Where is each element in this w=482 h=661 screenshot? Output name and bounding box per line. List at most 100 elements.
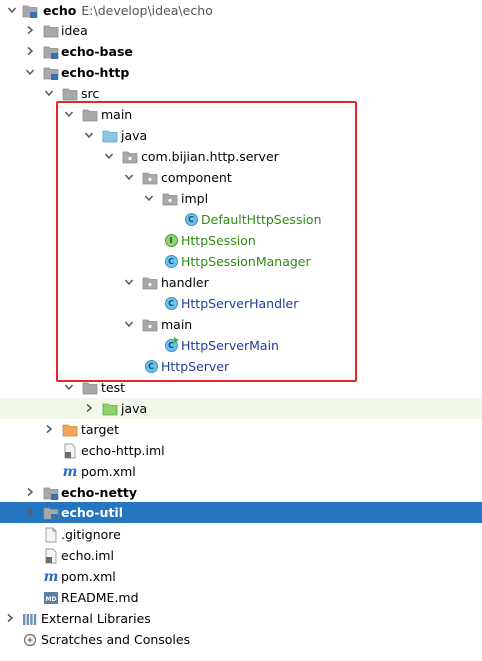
libraries-icon — [22, 611, 38, 626]
tree-row-http-session[interactable]: I HttpSession — [0, 230, 482, 251]
tree-row-package[interactable]: com.bijian.http.server — [0, 146, 482, 167]
tree-row-handler[interactable]: handler — [0, 272, 482, 293]
chevron-down-icon[interactable] — [64, 382, 74, 392]
tree-row-main[interactable]: main — [0, 104, 482, 125]
chevron-down-icon[interactable] — [104, 151, 114, 161]
tree-row-echo[interactable]: echo E:\develop\idea\echo — [0, 0, 482, 21]
class-icon: C — [163, 254, 179, 269]
chevron-down-icon[interactable] — [44, 88, 54, 98]
tree-row-idea[interactable]: idea — [0, 20, 482, 41]
class-icon: C — [183, 212, 199, 227]
tree-row-readme[interactable]: MD README.md — [0, 587, 482, 608]
tree-label-root-pom: pom.xml — [61, 569, 116, 584]
tree-row-target[interactable]: target — [0, 419, 482, 440]
tree-label-target: target — [81, 422, 120, 437]
tree-row-impl[interactable]: impl — [0, 188, 482, 209]
tree-row-http-server-main[interactable]: C HttpServerMain — [0, 335, 482, 356]
chevron-down-icon[interactable] — [25, 67, 35, 77]
source-folder-icon — [102, 128, 118, 143]
project-path: E:\develop\idea\echo — [81, 3, 213, 18]
chevron-right-icon[interactable] — [25, 25, 35, 35]
tree-label-echo-http: echo-http — [61, 65, 130, 80]
folder-icon — [62, 86, 78, 101]
maven-icon: m — [62, 463, 78, 480]
tree-label-http-server: HttpServer — [161, 359, 230, 374]
tree-label-http-pom: pom.xml — [81, 464, 136, 479]
tree-label-gitignore: .gitignore — [61, 527, 121, 542]
module-folder-icon — [43, 485, 59, 500]
chevron-down-icon[interactable] — [64, 109, 74, 119]
tree-row-external-libraries[interactable]: External Libraries — [0, 608, 482, 629]
chevron-down-icon[interactable] — [124, 319, 134, 329]
tree-label-echo-iml: echo.iml — [61, 548, 115, 563]
excluded-folder-icon — [62, 422, 78, 437]
chevron-down-icon[interactable] — [124, 277, 134, 287]
module-folder-icon — [43, 505, 59, 520]
tree-row-echo-base[interactable]: echo-base — [0, 41, 482, 62]
tree-label-java: java — [121, 128, 148, 143]
chevron-right-icon[interactable] — [44, 424, 54, 434]
package-icon — [142, 170, 158, 185]
tree-row-main-package[interactable]: main — [0, 314, 482, 335]
tree-row-echo-util[interactable]: echo-util — [0, 502, 482, 523]
tree-label-http-server-handler: HttpServerHandler — [181, 296, 299, 311]
tree-label-test-java: java — [121, 401, 148, 416]
tree-label-src: src — [81, 86, 100, 101]
chevron-right-icon[interactable] — [5, 613, 15, 623]
iml-file-icon — [62, 443, 78, 458]
tree-row-test-java[interactable]: java — [0, 398, 482, 419]
package-icon — [122, 149, 138, 164]
folder-icon — [82, 107, 98, 122]
tree-row-echo-iml[interactable]: echo.iml — [0, 545, 482, 566]
tree-label-impl: impl — [181, 191, 209, 206]
tree-row-http-pom[interactable]: m pom.xml — [0, 461, 482, 482]
runnable-class-icon: C — [163, 337, 179, 353]
tree-row-root-pom[interactable]: m pom.xml — [0, 566, 482, 587]
tree-label-default-http-session: DefaultHttpSession — [201, 212, 322, 227]
chevron-right-icon[interactable] — [25, 46, 35, 56]
tree-row-default-http-session[interactable]: C DefaultHttpSession — [0, 209, 482, 230]
tree-label-handler: handler — [161, 275, 209, 290]
tree-label-package: com.bijian.http.server — [141, 149, 279, 164]
class-icon: C — [143, 359, 159, 374]
package-icon — [142, 317, 158, 332]
chevron-right-icon[interactable] — [84, 403, 94, 413]
tree-label-main-package: main — [161, 317, 193, 332]
markdown-icon: MD — [43, 590, 59, 605]
scratches-icon — [22, 632, 38, 647]
tree-row-component[interactable]: component — [0, 167, 482, 188]
tree-row-http-server-handler[interactable]: C HttpServerHandler — [0, 293, 482, 314]
chevron-down-icon[interactable] — [7, 5, 17, 15]
tree-label-test: test — [101, 380, 126, 395]
tree-label-main: main — [101, 107, 133, 122]
tree-row-http-server[interactable]: C HttpServer — [0, 356, 482, 377]
chevron-down-icon[interactable] — [84, 130, 94, 140]
chevron-right-icon[interactable] — [25, 507, 35, 517]
folder-icon — [43, 23, 59, 38]
tree-label-http-session: HttpSession — [181, 233, 256, 248]
tree-label-echo-netty: echo-netty — [61, 485, 138, 500]
tree-row-test[interactable]: test — [0, 377, 482, 398]
chevron-right-icon[interactable] — [25, 487, 35, 497]
tree-label-component: component — [161, 170, 232, 185]
tree-row-gitignore[interactable]: .gitignore — [0, 524, 482, 545]
class-icon: C — [163, 296, 179, 311]
chevron-down-icon[interactable] — [144, 193, 154, 203]
tree-row-echo-netty[interactable]: echo-netty — [0, 482, 482, 503]
tree-row-http-session-manager[interactable]: C HttpSessionManager — [0, 251, 482, 272]
chevron-down-icon[interactable] — [124, 172, 134, 182]
tree-label-echo-util: echo-util — [61, 505, 124, 520]
file-icon — [43, 527, 59, 542]
module-folder-icon — [43, 44, 59, 59]
tree-row-src[interactable]: src — [0, 83, 482, 104]
tree-label-echo: echo E:\develop\idea\echo — [43, 3, 213, 18]
tree-row-scratches[interactable]: Scratches and Consoles — [0, 629, 482, 650]
tree-row-java[interactable]: java — [0, 125, 482, 146]
tree-row-echo-http[interactable]: echo-http — [0, 62, 482, 83]
tree-row-echo-http-iml[interactable]: echo-http.iml — [0, 440, 482, 461]
tree-label-scratches: Scratches and Consoles — [41, 632, 191, 647]
tree-label-echo-http-iml: echo-http.iml — [81, 443, 165, 458]
tree-label-http-server-main: HttpServerMain — [181, 338, 279, 353]
project-tree: echo E:\develop\idea\echo idea echo-base … — [0, 0, 482, 661]
maven-icon: m — [43, 568, 59, 585]
